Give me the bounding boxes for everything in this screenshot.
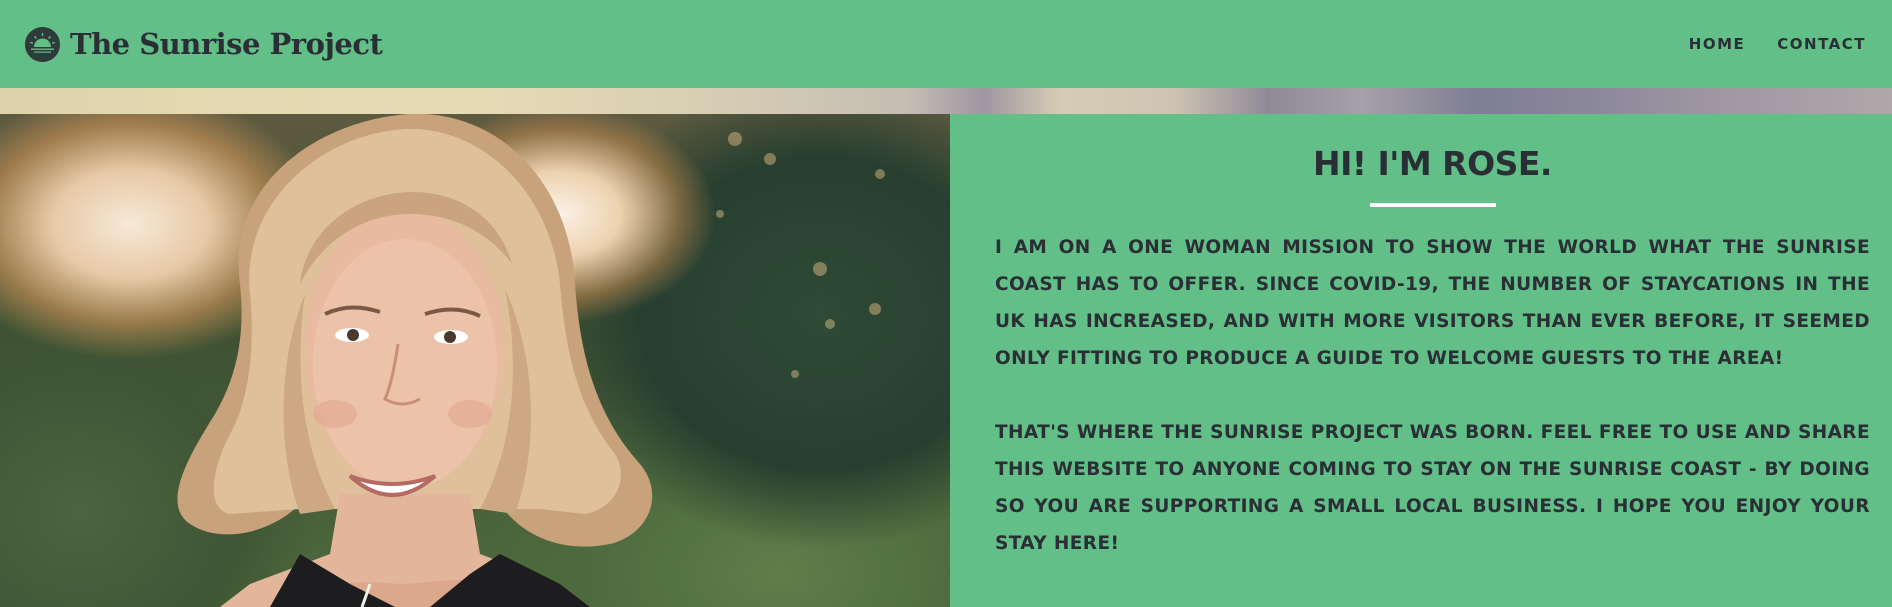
brand-link[interactable]: The Sunrise Project xyxy=(25,26,383,62)
main-nav: Home Contact xyxy=(1689,35,1866,53)
about-paragraph-2: That's where The Sunrise Project was bor… xyxy=(995,422,1870,554)
nav-link-contact[interactable]: Contact xyxy=(1777,35,1866,53)
about-paragraph-1: I am on a one woman mission to show the … xyxy=(995,237,1870,369)
about-heading: Hi! I'm Rose. xyxy=(1313,144,1552,183)
nav-link-home[interactable]: Home xyxy=(1689,35,1745,53)
sunrise-logo-icon xyxy=(25,26,60,62)
portrait-illustration xyxy=(177,114,885,607)
hero-banner-strip xyxy=(0,88,1892,114)
brand-title: The Sunrise Project xyxy=(70,27,383,61)
about-panel: Hi! I'm Rose. I am on a one woman missio… xyxy=(950,114,1892,607)
portrait-photo xyxy=(0,114,950,607)
heading-divider xyxy=(1369,203,1496,207)
site-header: The Sunrise Project Home Contact xyxy=(0,0,1892,88)
